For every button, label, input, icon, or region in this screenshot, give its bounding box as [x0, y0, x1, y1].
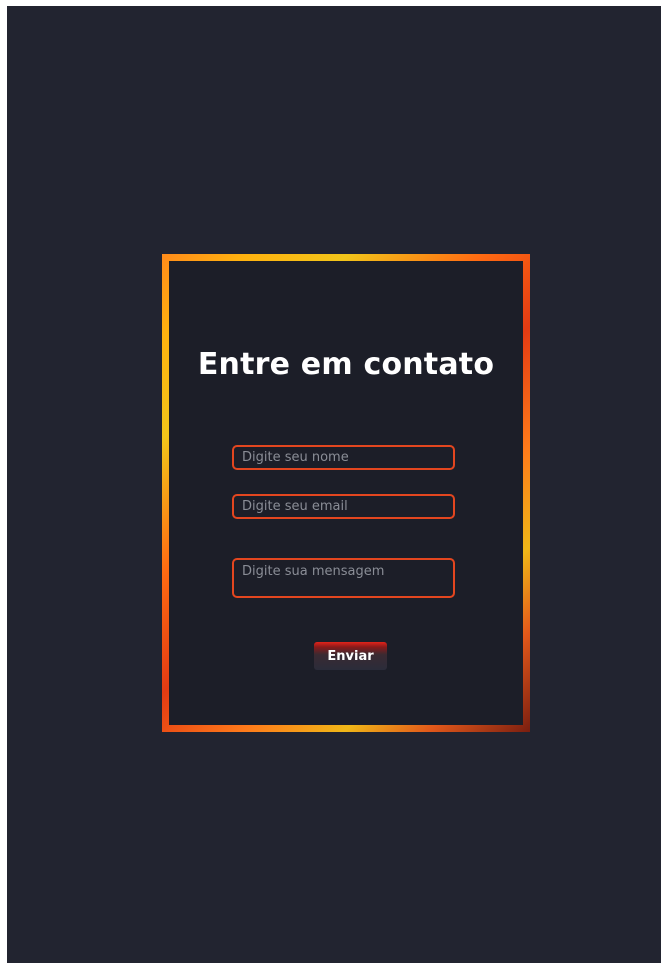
gradient-frame: Entre em contato Enviar: [162, 254, 530, 732]
name-input[interactable]: [232, 445, 455, 470]
page-background: Entre em contato Enviar: [7, 6, 661, 963]
message-textarea[interactable]: [232, 558, 455, 598]
contact-form: Entre em contato Enviar: [169, 261, 523, 725]
email-input[interactable]: [232, 494, 455, 519]
form-title: Entre em contato: [197, 347, 495, 382]
send-button[interactable]: Enviar: [314, 642, 387, 670]
